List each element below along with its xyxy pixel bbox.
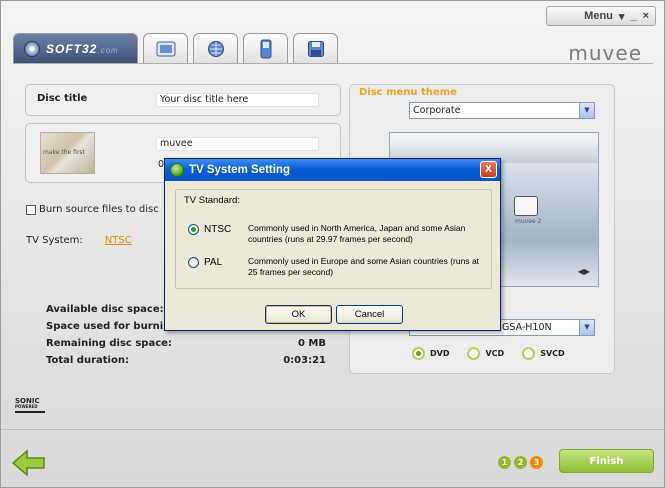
step-3: 3 (530, 456, 543, 469)
stat-value: 0:03:21 (283, 355, 326, 366)
muvee-dialog-icon (170, 163, 184, 177)
menu-dropdown-icon[interactable]: ▾ (619, 10, 625, 23)
step-2: 2 (514, 456, 527, 469)
pal-description: Commonly used in Europe and some Asian c… (248, 256, 480, 277)
burn-source-checkbox[interactable] (26, 204, 36, 215)
ntsc-option[interactable]: NTSC (188, 224, 231, 235)
back-button[interactable] (11, 449, 47, 480)
finish-button[interactable]: Finish (559, 449, 654, 473)
menu-bar: Menu ▾ _ × (546, 6, 656, 26)
dialog-title-bar[interactable]: TV System Setting X (165, 159, 500, 181)
pictures-icon (156, 41, 175, 56)
close-button[interactable]: × (643, 10, 649, 22)
save-icon (307, 40, 324, 57)
pal-option[interactable]: PAL (188, 257, 222, 268)
radio-label: SVCD (540, 349, 565, 358)
chevron-down-icon[interactable]: ▼ (579, 103, 594, 118)
tab-divider (13, 63, 653, 64)
disc-type-group: DVD VCD SVCD (412, 347, 565, 360)
back-arrow-icon (11, 449, 45, 477)
dialog-close-button[interactable]: X (480, 161, 497, 178)
drive-select-value: GSA-H10N (502, 322, 552, 333)
preview-caption: muvee 2 (515, 218, 542, 225)
theme-label: Disc menu theme (359, 87, 457, 98)
tab-pictures[interactable] (143, 33, 188, 63)
theme-select-value: Corporate (413, 105, 461, 116)
ntsc-label: NTSC (204, 224, 232, 235)
radio-button[interactable] (412, 347, 425, 360)
minimize-button[interactable]: _ (630, 10, 636, 22)
step-tabs: SOFT32.com (13, 33, 338, 63)
disc-title-input[interactable]: Your disc title here (156, 93, 319, 107)
cancel-button[interactable]: Cancel (336, 305, 403, 324)
thumbnail-text: make the first (43, 149, 85, 156)
ok-button[interactable]: OK (265, 305, 332, 324)
tab-brand-watermark: SOFT32.com (46, 41, 119, 56)
stat-label: Available disc space: (46, 304, 164, 315)
tab-web[interactable] (193, 33, 238, 63)
disc-type-dvd[interactable]: DVD (412, 347, 449, 360)
stat-value: 0 MB (297, 338, 326, 349)
disc-type-vcd[interactable]: VCD (467, 347, 504, 360)
tab-save[interactable] (293, 33, 338, 63)
stat-remaining: Remaining disc space: 0 MB (46, 338, 326, 355)
bottom-divider (1, 429, 665, 430)
sonic-powered-logo: SONIC POWERED (15, 398, 45, 413)
disc-title-panel: Disc title Your disc title here (25, 84, 341, 116)
preview-menu-icon (514, 196, 538, 216)
pal-radio[interactable] (188, 257, 199, 268)
tv-system-link[interactable]: NTSC (105, 235, 132, 246)
phone-icon (260, 39, 271, 58)
radio-label: VCD (485, 349, 505, 358)
theme-select[interactable]: Corporate ▼ (409, 102, 595, 119)
radio-button[interactable] (467, 347, 481, 360)
chevron-down-icon[interactable]: ▼ (579, 320, 594, 335)
stat-label: Remaining disc space: (46, 338, 172, 349)
stat-label: Total duration: (46, 355, 129, 366)
step-1: 1 (498, 456, 511, 469)
thumbnail-caption-input[interactable]: muvee (156, 137, 319, 151)
tab-mobile[interactable] (243, 33, 288, 63)
disc-icon (24, 40, 40, 57)
thumbnail-image[interactable]: make the first (40, 132, 95, 174)
stat-label: Space used for burnin (46, 321, 171, 332)
muvee-logo: muvee (568, 41, 642, 65)
stat-duration: Total duration: 0:03:21 (46, 355, 326, 372)
preview-nav-icon: ◀▶ (577, 267, 590, 276)
radio-label: DVD (430, 349, 450, 358)
tv-system-row: TV System: NTSC (26, 235, 132, 246)
ntsc-description: Commonly used in North America, Japan an… (248, 223, 466, 244)
muvee-app-window: Menu ▾ _ × SOFT32.com muvee Disc title Y… (0, 0, 665, 488)
tv-standard-group: TV Standard: NTSC Commonly used in North… (175, 189, 492, 289)
disc-title-label: Disc title (37, 93, 88, 104)
radio-button[interactable] (522, 347, 536, 360)
tv-standard-heading: TV Standard: (184, 195, 240, 206)
burn-source-label: Burn source files to disc (39, 204, 159, 215)
pal-label: PAL (204, 257, 223, 268)
dialog-title: TV System Setting (189, 164, 290, 176)
menu-button[interactable]: Menu (584, 10, 613, 22)
disc-type-svcd[interactable]: SVCD (522, 347, 565, 360)
tv-system-label: TV System: (26, 235, 83, 246)
ntsc-radio[interactable] (188, 224, 199, 235)
globe-icon (207, 40, 224, 57)
burn-source-option[interactable]: Burn source files to disc (26, 204, 159, 215)
sonic-logo-line2: POWERED (15, 404, 38, 409)
step-indicator: 1 2 3 (498, 456, 543, 469)
tab-disc[interactable]: SOFT32.com (13, 33, 138, 63)
tv-system-dialog: TV System Setting X TV Standard: NTSC Co… (164, 158, 501, 331)
